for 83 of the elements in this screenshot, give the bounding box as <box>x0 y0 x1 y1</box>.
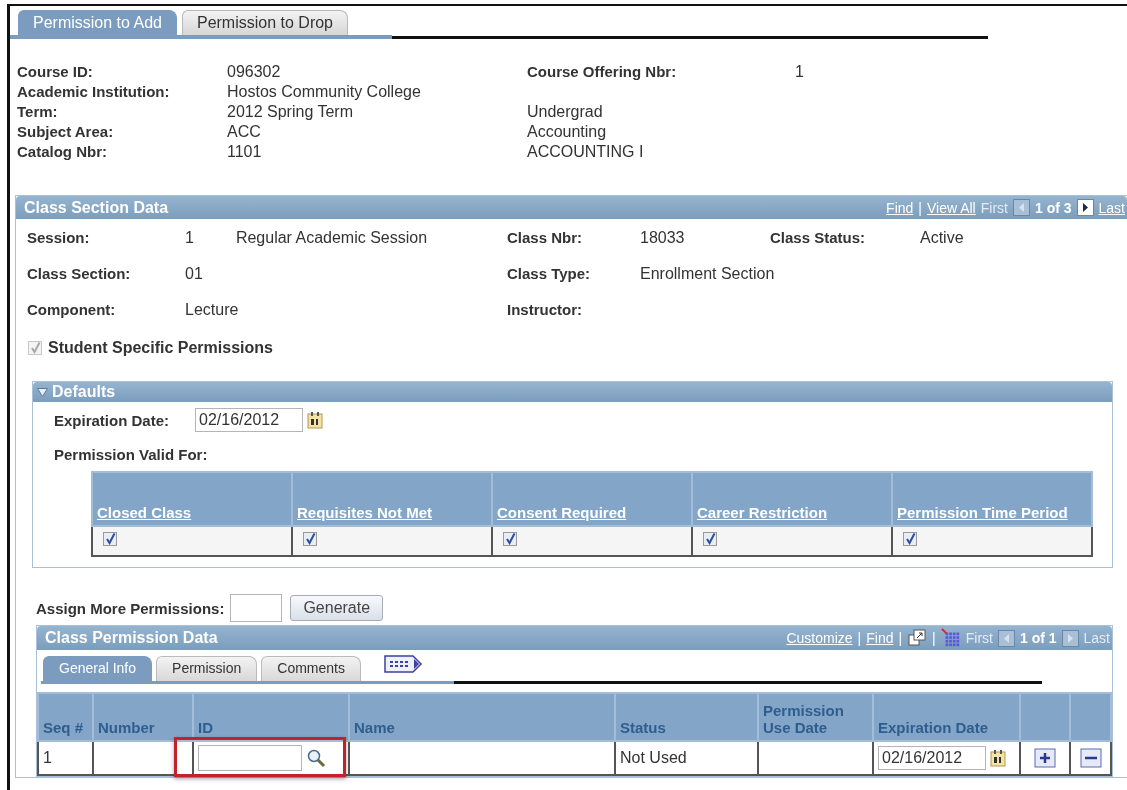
field-value: Accounting <box>527 123 608 141</box>
field-label: Course ID: <box>17 63 94 81</box>
field-value: 096302 <box>227 63 282 81</box>
field-label: Expiration Date: <box>54 411 170 429</box>
field-label: Course Offering Nbr: <box>527 63 678 81</box>
checkbox[interactable] <box>703 532 717 546</box>
field-value: Enrollment Section <box>640 265 775 283</box>
calendar-icon[interactable] <box>307 411 324 429</box>
column-header-link[interactable]: Closed Class <box>97 504 192 521</box>
id-field[interactable] <box>198 745 302 771</box>
page-count: 1 of 1 <box>1019 630 1057 646</box>
first-link: First <box>965 630 993 646</box>
tab[interactable]: Permission <box>156 656 258 681</box>
field-value: Hostos Community College <box>227 83 422 101</box>
delete-row-icon[interactable] <box>1079 748 1102 768</box>
field-value: 01 <box>185 265 203 283</box>
field-label: Session: <box>27 229 91 247</box>
tab[interactable]: Permission to Drop <box>181 10 348 36</box>
generate-button[interactable]: Generate <box>290 595 384 621</box>
link[interactable]: View All <box>926 199 976 216</box>
field-label: Subject Area: <box>17 123 115 141</box>
column-header: Name <box>349 693 615 741</box>
separator: | <box>898 630 903 646</box>
column-header: ID <box>193 693 349 741</box>
show-all-columns-icon[interactable] <box>383 653 423 675</box>
field-label: Catalog Nbr: <box>17 143 108 161</box>
separator: | <box>857 630 862 646</box>
checkbox[interactable] <box>103 532 117 546</box>
field-label: Permission Valid For: <box>54 446 209 463</box>
field-label: Assign More Permissions: <box>36 599 225 617</box>
column-header: Permission Use Date <box>758 693 873 741</box>
column-header: Status <box>615 693 758 741</box>
link[interactable]: Customize <box>786 630 853 646</box>
field-label: Instructor: <box>507 301 583 318</box>
separator: | <box>918 199 922 216</box>
add-row-icon[interactable] <box>1034 748 1056 768</box>
field-value: 1101 <box>227 143 263 161</box>
tab[interactable]: General Info <box>43 656 153 681</box>
field-value: Regular Academic Session <box>235 229 428 247</box>
field-value: ACC <box>227 123 262 141</box>
field-label: Class Nbr: <box>507 229 584 247</box>
first-link: First <box>980 199 1008 216</box>
date-field[interactable]: 02/16/2012 <box>195 408 304 432</box>
table-cell: 1 <box>38 741 93 775</box>
checkbox-label: Student Specific Permissions <box>48 339 273 357</box>
table-cell: Not Used <box>615 741 758 775</box>
column-header: Expiration Date <box>873 693 1020 741</box>
field-value: Undergrad <box>527 103 604 121</box>
field-label: Term: <box>17 103 59 121</box>
input-field[interactable] <box>230 594 283 622</box>
checkbox[interactable] <box>303 532 317 546</box>
section-title: Defaults <box>52 383 116 401</box>
link[interactable]: Find <box>866 630 894 646</box>
section-title: Class Section Data <box>24 198 169 217</box>
new-window-icon[interactable] <box>907 628 928 648</box>
field-label: Academic Institution: <box>17 83 171 101</box>
collapse-triangle-icon[interactable] <box>37 387 48 397</box>
link[interactable]: Find <box>886 199 914 216</box>
column-header: Seq # <box>38 693 93 741</box>
field-label: Component: <box>27 301 117 319</box>
column-header: Number <box>93 693 193 741</box>
last-link[interactable]: Last <box>1098 199 1125 216</box>
field-value: 1 <box>795 63 805 81</box>
calendar-icon[interactable] <box>990 749 1006 767</box>
field-value: ACCOUNTING I <box>527 143 645 161</box>
field-label: Class Type: <box>507 265 592 283</box>
checkbox[interactable] <box>503 532 517 546</box>
field-value: 1 <box>185 229 194 247</box>
tab[interactable]: Comments <box>261 656 361 681</box>
field-label: Class Section: <box>27 265 132 283</box>
separator: | <box>932 630 936 646</box>
field-value: Lecture <box>185 301 239 319</box>
section-title: Class Permission Data <box>45 629 218 647</box>
page-count: 1 of 3 <box>1034 199 1072 216</box>
tab[interactable]: Permission to Add <box>18 10 177 36</box>
search-icon[interactable] <box>306 748 326 768</box>
field-value: 18033 <box>640 229 685 247</box>
field-label: Class Status: <box>770 229 867 247</box>
field-value: 2012 Spring Term <box>227 103 354 121</box>
date-field[interactable]: 02/16/2012 <box>878 746 986 770</box>
field-value: Active <box>920 229 964 247</box>
checkbox[interactable] <box>903 532 917 546</box>
last-link: Last <box>1083 630 1110 646</box>
